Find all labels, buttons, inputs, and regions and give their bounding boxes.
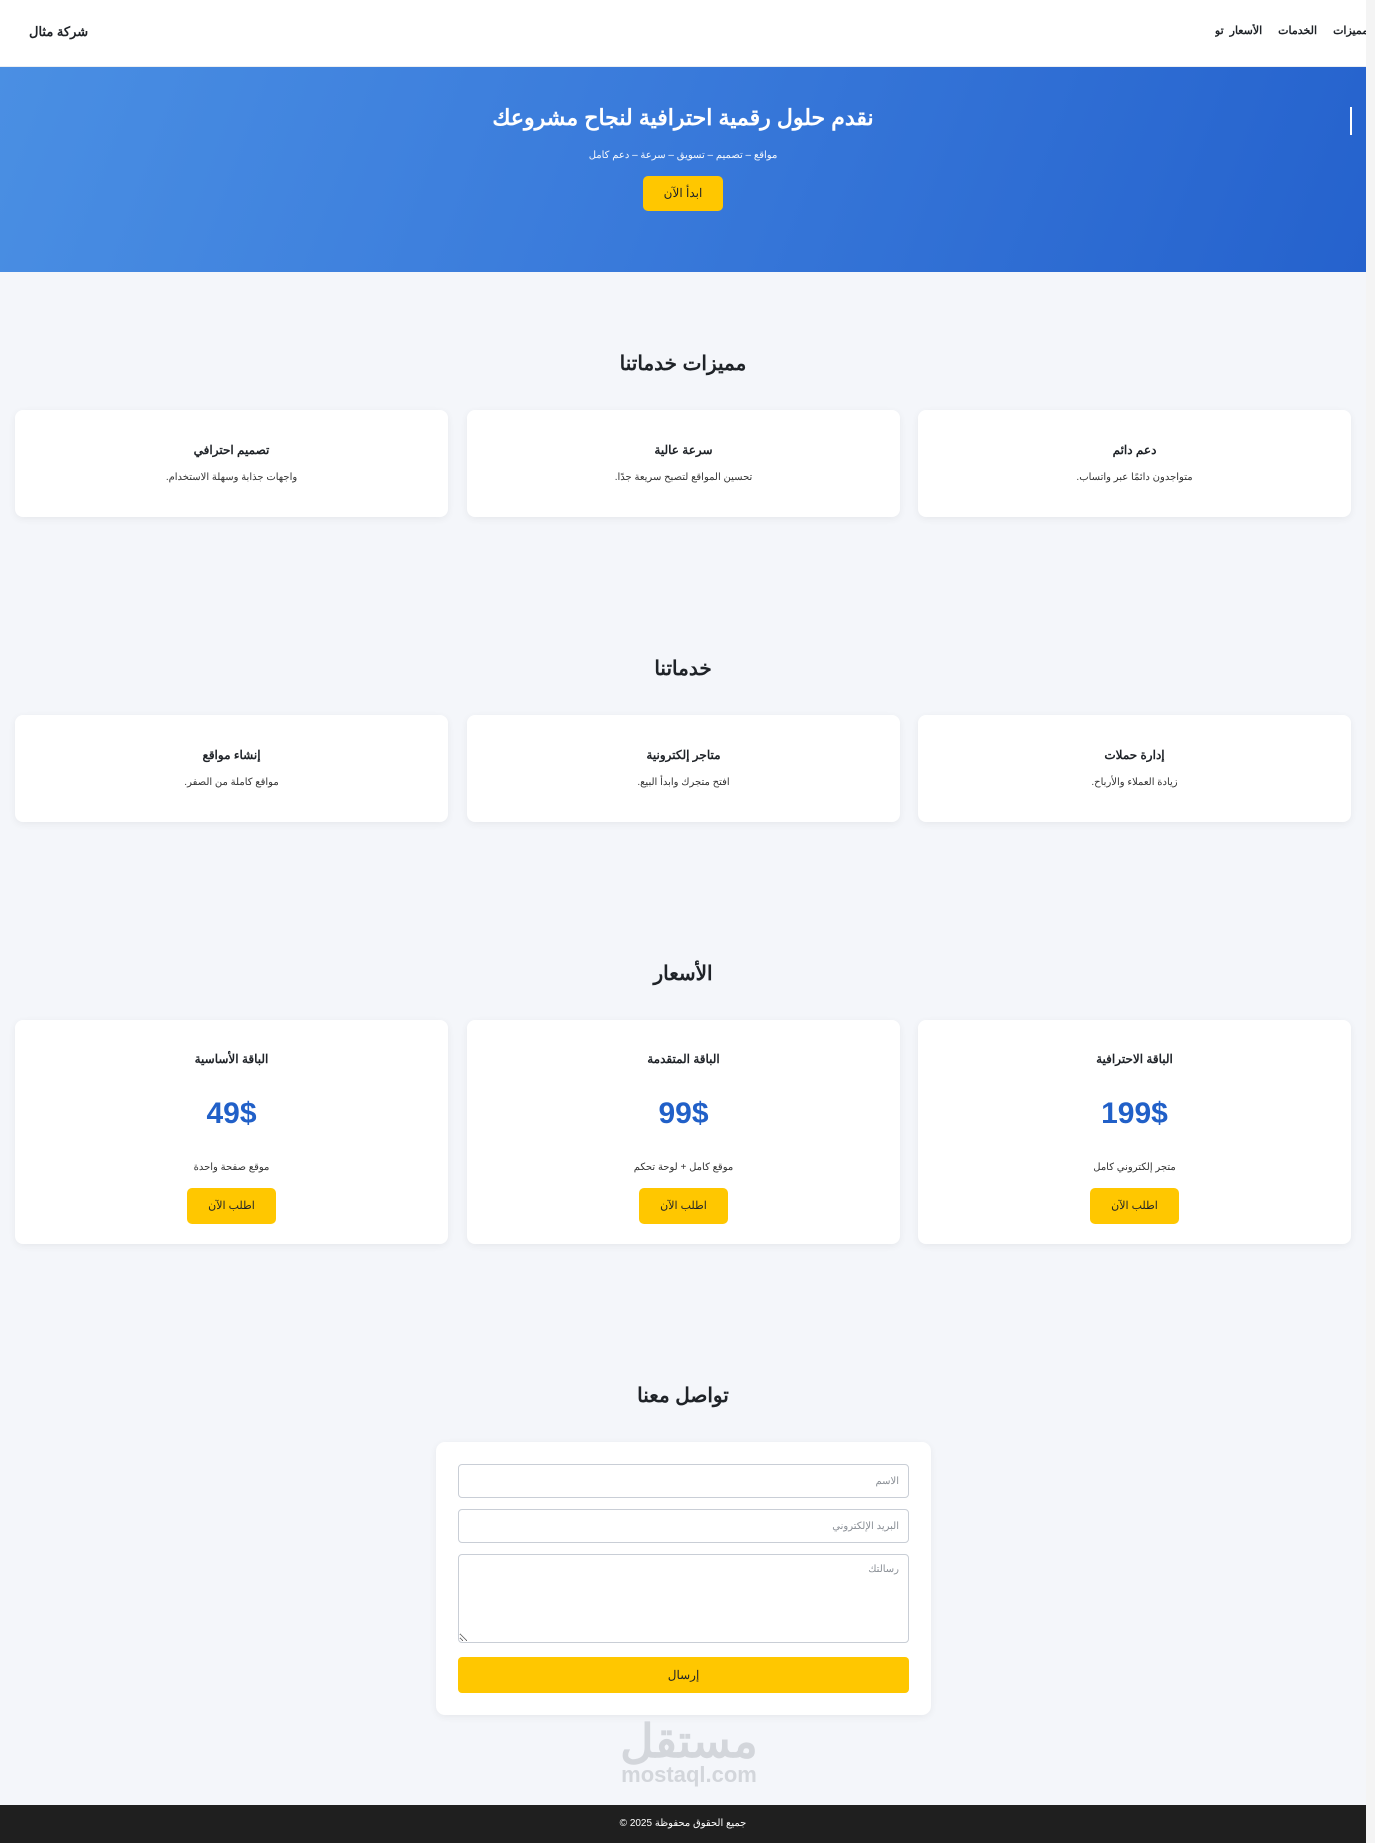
plan-description: موقع كامل + لوحة تحكم — [633, 1162, 734, 1173]
start-now-button[interactable]: ابدأ الآن — [643, 176, 723, 211]
page: شركة مثال المميزات الخدمات الأسعار تواصل… — [0, 0, 1375, 1843]
feature-card: دعم دائم متواجدون دائمًا عبر واتساب. — [918, 410, 1351, 517]
main-nav: المميزات الخدمات الأسعار تواصل — [1215, 24, 1375, 37]
feature-text: متواجدون دائمًا عبر واتساب. — [1076, 472, 1193, 483]
email-input[interactable] — [458, 1509, 909, 1543]
contact-title: تواصل معنا — [637, 1385, 729, 1407]
name-input[interactable] — [458, 1464, 909, 1498]
feature-title: سرعة عالية — [654, 443, 713, 457]
feature-text: واجهات جذابة وسهلة الاستخدام. — [165, 472, 298, 483]
pricing-title: الأسعار — [653, 963, 713, 985]
feature-card: سرعة عالية تحسين المواقع لتصبح سريعة جدً… — [467, 410, 900, 517]
feature-title: دعم دائم — [1112, 443, 1157, 457]
service-title: إنشاء مواقع — [202, 748, 261, 762]
site-footer: جميع الحقوق محفوظة 2025 © — [0, 1805, 1366, 1843]
feature-text: تحسين المواقع لتصبح سريعة جدًا. — [614, 472, 753, 483]
service-text: زيادة العملاء والأرباح. — [1091, 777, 1178, 788]
plan-price: 199$ — [1101, 1097, 1168, 1130]
nav-pricing[interactable]: الأسعار — [1230, 24, 1263, 37]
hero-title: نقدم حلول رقمية احترافية لنجاح مشروعك — [492, 105, 874, 130]
site-header: شركة مثال المميزات الخدمات الأسعار تواصل — [0, 0, 1375, 67]
features-title: مميزات خدماتنا — [619, 353, 747, 375]
watermark-latin: mostaql.com — [621, 1762, 757, 1787]
submit-button[interactable]: إرسال — [458, 1657, 909, 1693]
pricing-card: الباقة الأساسية 49$ موقع صفحة واحدة اطلب… — [15, 1020, 448, 1244]
feature-card: تصميم احترافي واجهات جذابة وسهلة الاستخد… — [15, 410, 448, 517]
service-card: متاجر إلكترونية افتح متجرك وابدأ البيع. — [467, 715, 900, 822]
plan-description: متجر إلكتروني كامل — [1093, 1162, 1176, 1173]
nav-services[interactable]: الخدمات — [1278, 24, 1317, 37]
nav-contact[interactable]: تواصل — [1215, 24, 1224, 37]
mostaql-watermark: مستقل mostaql.com — [598, 1718, 780, 1786]
hero-subtitle: مواقع – تصميم – تسويق – سرعة – دعم كامل — [588, 150, 778, 161]
order-now-button[interactable]: اطلب الآن — [187, 1188, 276, 1224]
plan-title: الباقة المتقدمة — [647, 1052, 720, 1066]
feature-title: تصميم احترافي — [193, 443, 270, 457]
copyright-text: جميع الحقوق محفوظة 2025 © — [619, 1818, 747, 1829]
plan-title: الباقة الأساسية — [194, 1052, 269, 1066]
message-textarea[interactable] — [458, 1554, 909, 1643]
plan-price: 49$ — [206, 1097, 257, 1130]
service-title: إدارة حملات — [1104, 748, 1165, 762]
page-scrollbar[interactable] — [1366, 0, 1375, 1843]
service-text: افتح متجرك وابدأ البيع. — [637, 777, 730, 788]
plan-title: الباقة الاحترافية — [1096, 1052, 1173, 1066]
hero-section: نقدم حلول رقمية احترافية لنجاح مشروعك مو… — [0, 67, 1366, 272]
pricing-card: الباقة المتقدمة 99$ موقع كامل + لوحة تحك… — [467, 1020, 900, 1244]
plan-price: 99$ — [658, 1097, 709, 1130]
service-card: إدارة حملات زيادة العملاء والأرباح. — [918, 715, 1351, 822]
order-now-button[interactable]: اطلب الآن — [639, 1188, 728, 1224]
services-title: خدماتنا — [654, 658, 712, 680]
service-card: إنشاء مواقع مواقع كاملة من الصفر. — [15, 715, 448, 822]
pricing-card: الباقة الاحترافية 199$ متجر إلكتروني كام… — [918, 1020, 1351, 1244]
plan-description: موقع صفحة واحدة — [193, 1162, 270, 1173]
contact-form: إرسال — [436, 1442, 931, 1715]
watermark-arabic: مستقل — [620, 1715, 758, 1767]
site-logo[interactable]: شركة مثال — [29, 24, 88, 40]
service-text: مواقع كاملة من الصفر. — [184, 777, 279, 788]
order-now-button[interactable]: اطلب الآن — [1090, 1188, 1179, 1224]
service-title: متاجر إلكترونية — [646, 748, 721, 762]
